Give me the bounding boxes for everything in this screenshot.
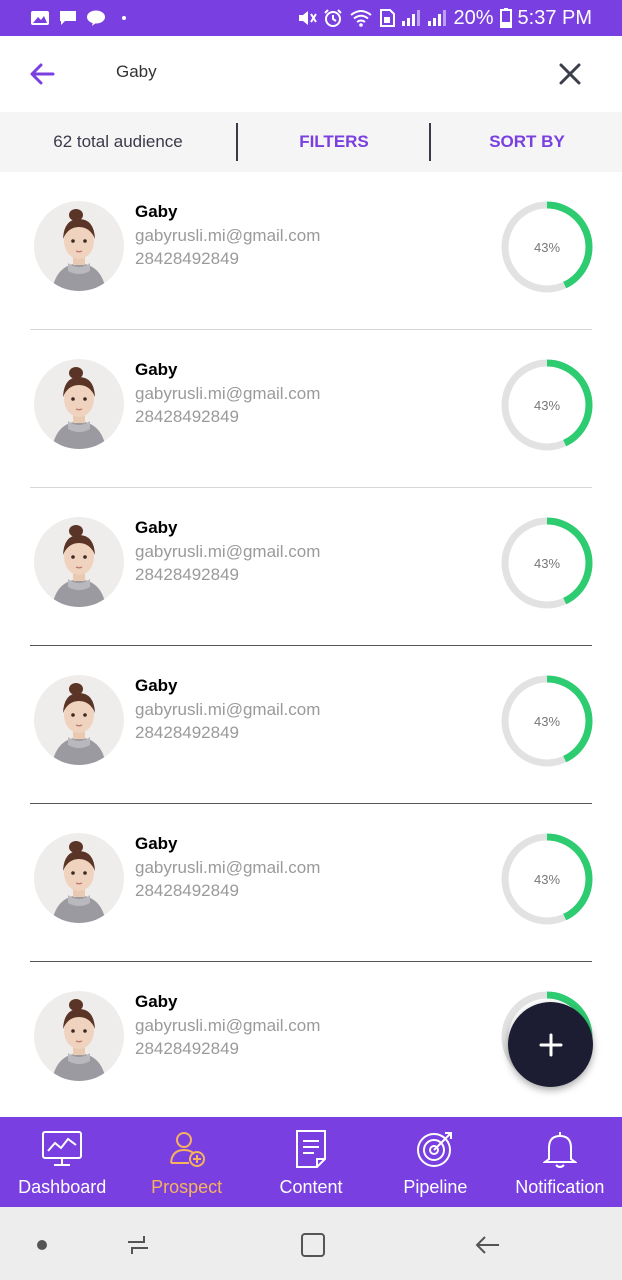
contact-email: gabyrusli.mi@gmail.com	[135, 226, 321, 245]
contact-name: Gaby	[135, 676, 178, 695]
score-label: 43%	[533, 713, 561, 729]
score-label: 43%	[533, 397, 561, 413]
nav-dashboard[interactable]: Dashboard	[0, 1117, 124, 1207]
contact-name: Gaby	[135, 360, 178, 379]
recent-apps-icon	[128, 1236, 148, 1254]
system-back-button[interactable]	[471, 1229, 503, 1261]
signal-2-icon	[428, 10, 447, 26]
nav-pipeline[interactable]: Pipeline	[373, 1117, 497, 1207]
score-label: 43%	[533, 239, 561, 255]
monitor-chart-icon	[42, 1131, 83, 1166]
home-square-icon	[301, 1233, 325, 1257]
status-bar: 20% 5:37 PM	[0, 0, 622, 36]
contact-email: gabyrusli.mi@gmail.com	[135, 542, 321, 561]
contact-email: gabyrusli.mi@gmail.com	[135, 858, 321, 877]
notification-icons	[30, 10, 126, 26]
contact-name: Gaby	[135, 834, 178, 853]
contact-row[interactable]: Gaby gabyrusli.mi@gmail.com 28428492849 …	[0, 646, 622, 804]
avatar	[34, 991, 124, 1081]
contact-phone: 28428492849	[135, 1039, 240, 1058]
battery-icon	[499, 8, 512, 28]
contact-email: gabyrusli.mi@gmail.com	[135, 1016, 321, 1035]
document-icon	[296, 1130, 327, 1168]
avatar	[34, 201, 124, 291]
contact-email: gabyrusli.mi@gmail.com	[135, 384, 321, 403]
wifi-icon	[350, 10, 373, 27]
user-add-icon	[169, 1132, 205, 1167]
score-label: 43%	[533, 555, 561, 571]
recent-apps-button[interactable]	[122, 1229, 154, 1261]
nav-label: Pipeline	[403, 1177, 468, 1197]
home-button[interactable]	[297, 1229, 329, 1261]
sort-by-button[interactable]: SORT BY	[432, 132, 622, 152]
nav-label: Prospect	[151, 1177, 223, 1197]
nav-label: Notification	[515, 1177, 605, 1197]
nav-notification[interactable]: Notification	[498, 1117, 622, 1207]
target-icon	[417, 1132, 453, 1167]
alarm-icon	[324, 9, 343, 27]
clock: 5:37 PM	[517, 6, 592, 29]
child-portrait-image	[34, 359, 124, 449]
nav-label: Dashboard	[18, 1177, 107, 1197]
contact-name: Gaby	[135, 202, 178, 221]
avatar	[34, 833, 124, 923]
more-notifications-icon	[122, 16, 126, 20]
back-button[interactable]	[26, 58, 58, 90]
total-audience-count: 62 total audience	[53, 132, 183, 151]
nav-prospect[interactable]: Prospect	[124, 1117, 248, 1207]
contact-name: Gaby	[135, 518, 178, 537]
contact-phone: 28428492849	[135, 565, 240, 584]
battery-percent: 20%	[453, 6, 494, 29]
signal-1-icon	[402, 10, 421, 26]
toolbar-divider	[429, 123, 431, 161]
system-back-icon	[475, 1236, 499, 1254]
contact-phone: 28428492849	[135, 881, 240, 900]
search-header: Gaby	[0, 36, 622, 112]
nav-label: Content	[279, 1177, 343, 1197]
sim-icon	[380, 9, 396, 27]
child-portrait-image	[34, 517, 124, 607]
bell-icon	[542, 1132, 577, 1168]
avatar	[34, 675, 124, 765]
contact-list: Gaby gabyrusli.mi@gmail.com 28428492849 …	[0, 172, 622, 1117]
contact-row[interactable]: Gaby gabyrusli.mi@gmail.com 28428492849 …	[0, 330, 622, 488]
child-portrait-image	[34, 833, 124, 923]
add-contact-button[interactable]	[508, 1002, 593, 1087]
contact-phone: 28428492849	[135, 723, 240, 742]
audience-toolbar: 62 total audience FILTERS SORT BY	[0, 112, 622, 172]
mute-icon	[299, 11, 318, 25]
child-portrait-image	[34, 675, 124, 765]
child-portrait-image	[34, 991, 124, 1081]
contact-email: gabyrusli.mi@gmail.com	[135, 700, 321, 719]
contact-row[interactable]: Gaby gabyrusli.mi@gmail.com 28428492849 …	[0, 172, 622, 330]
avatar	[34, 517, 124, 607]
clear-search-button[interactable]	[554, 58, 586, 90]
contact-row[interactable]: Gaby gabyrusli.mi@gmail.com 28428492849 …	[0, 488, 622, 646]
dot-icon	[37, 1240, 47, 1250]
contact-phone: 28428492849	[135, 407, 240, 426]
contact-name: Gaby	[135, 992, 178, 1011]
system-navigation-bar	[0, 1207, 622, 1280]
child-portrait-image	[34, 201, 124, 291]
line-app-icon	[87, 10, 105, 26]
arrow-left-icon	[30, 63, 55, 85]
filters-button[interactable]: FILTERS	[238, 132, 430, 152]
bottom-navigation: Dashboard Prospect Content Pipeline Noti…	[0, 1117, 622, 1207]
close-icon	[559, 63, 581, 85]
contact-row[interactable]: Gaby gabyrusli.mi@gmail.com 28428492849 …	[0, 804, 622, 962]
dot-button[interactable]	[26, 1229, 58, 1261]
contact-phone: 28428492849	[135, 249, 240, 268]
score-label: 43%	[533, 871, 561, 887]
search-input[interactable]: Gaby	[116, 62, 157, 82]
avatar	[34, 359, 124, 449]
gallery-icon	[31, 11, 49, 25]
nav-content[interactable]: Content	[249, 1117, 373, 1207]
message-icon	[60, 11, 76, 25]
plus-icon	[539, 1033, 562, 1056]
